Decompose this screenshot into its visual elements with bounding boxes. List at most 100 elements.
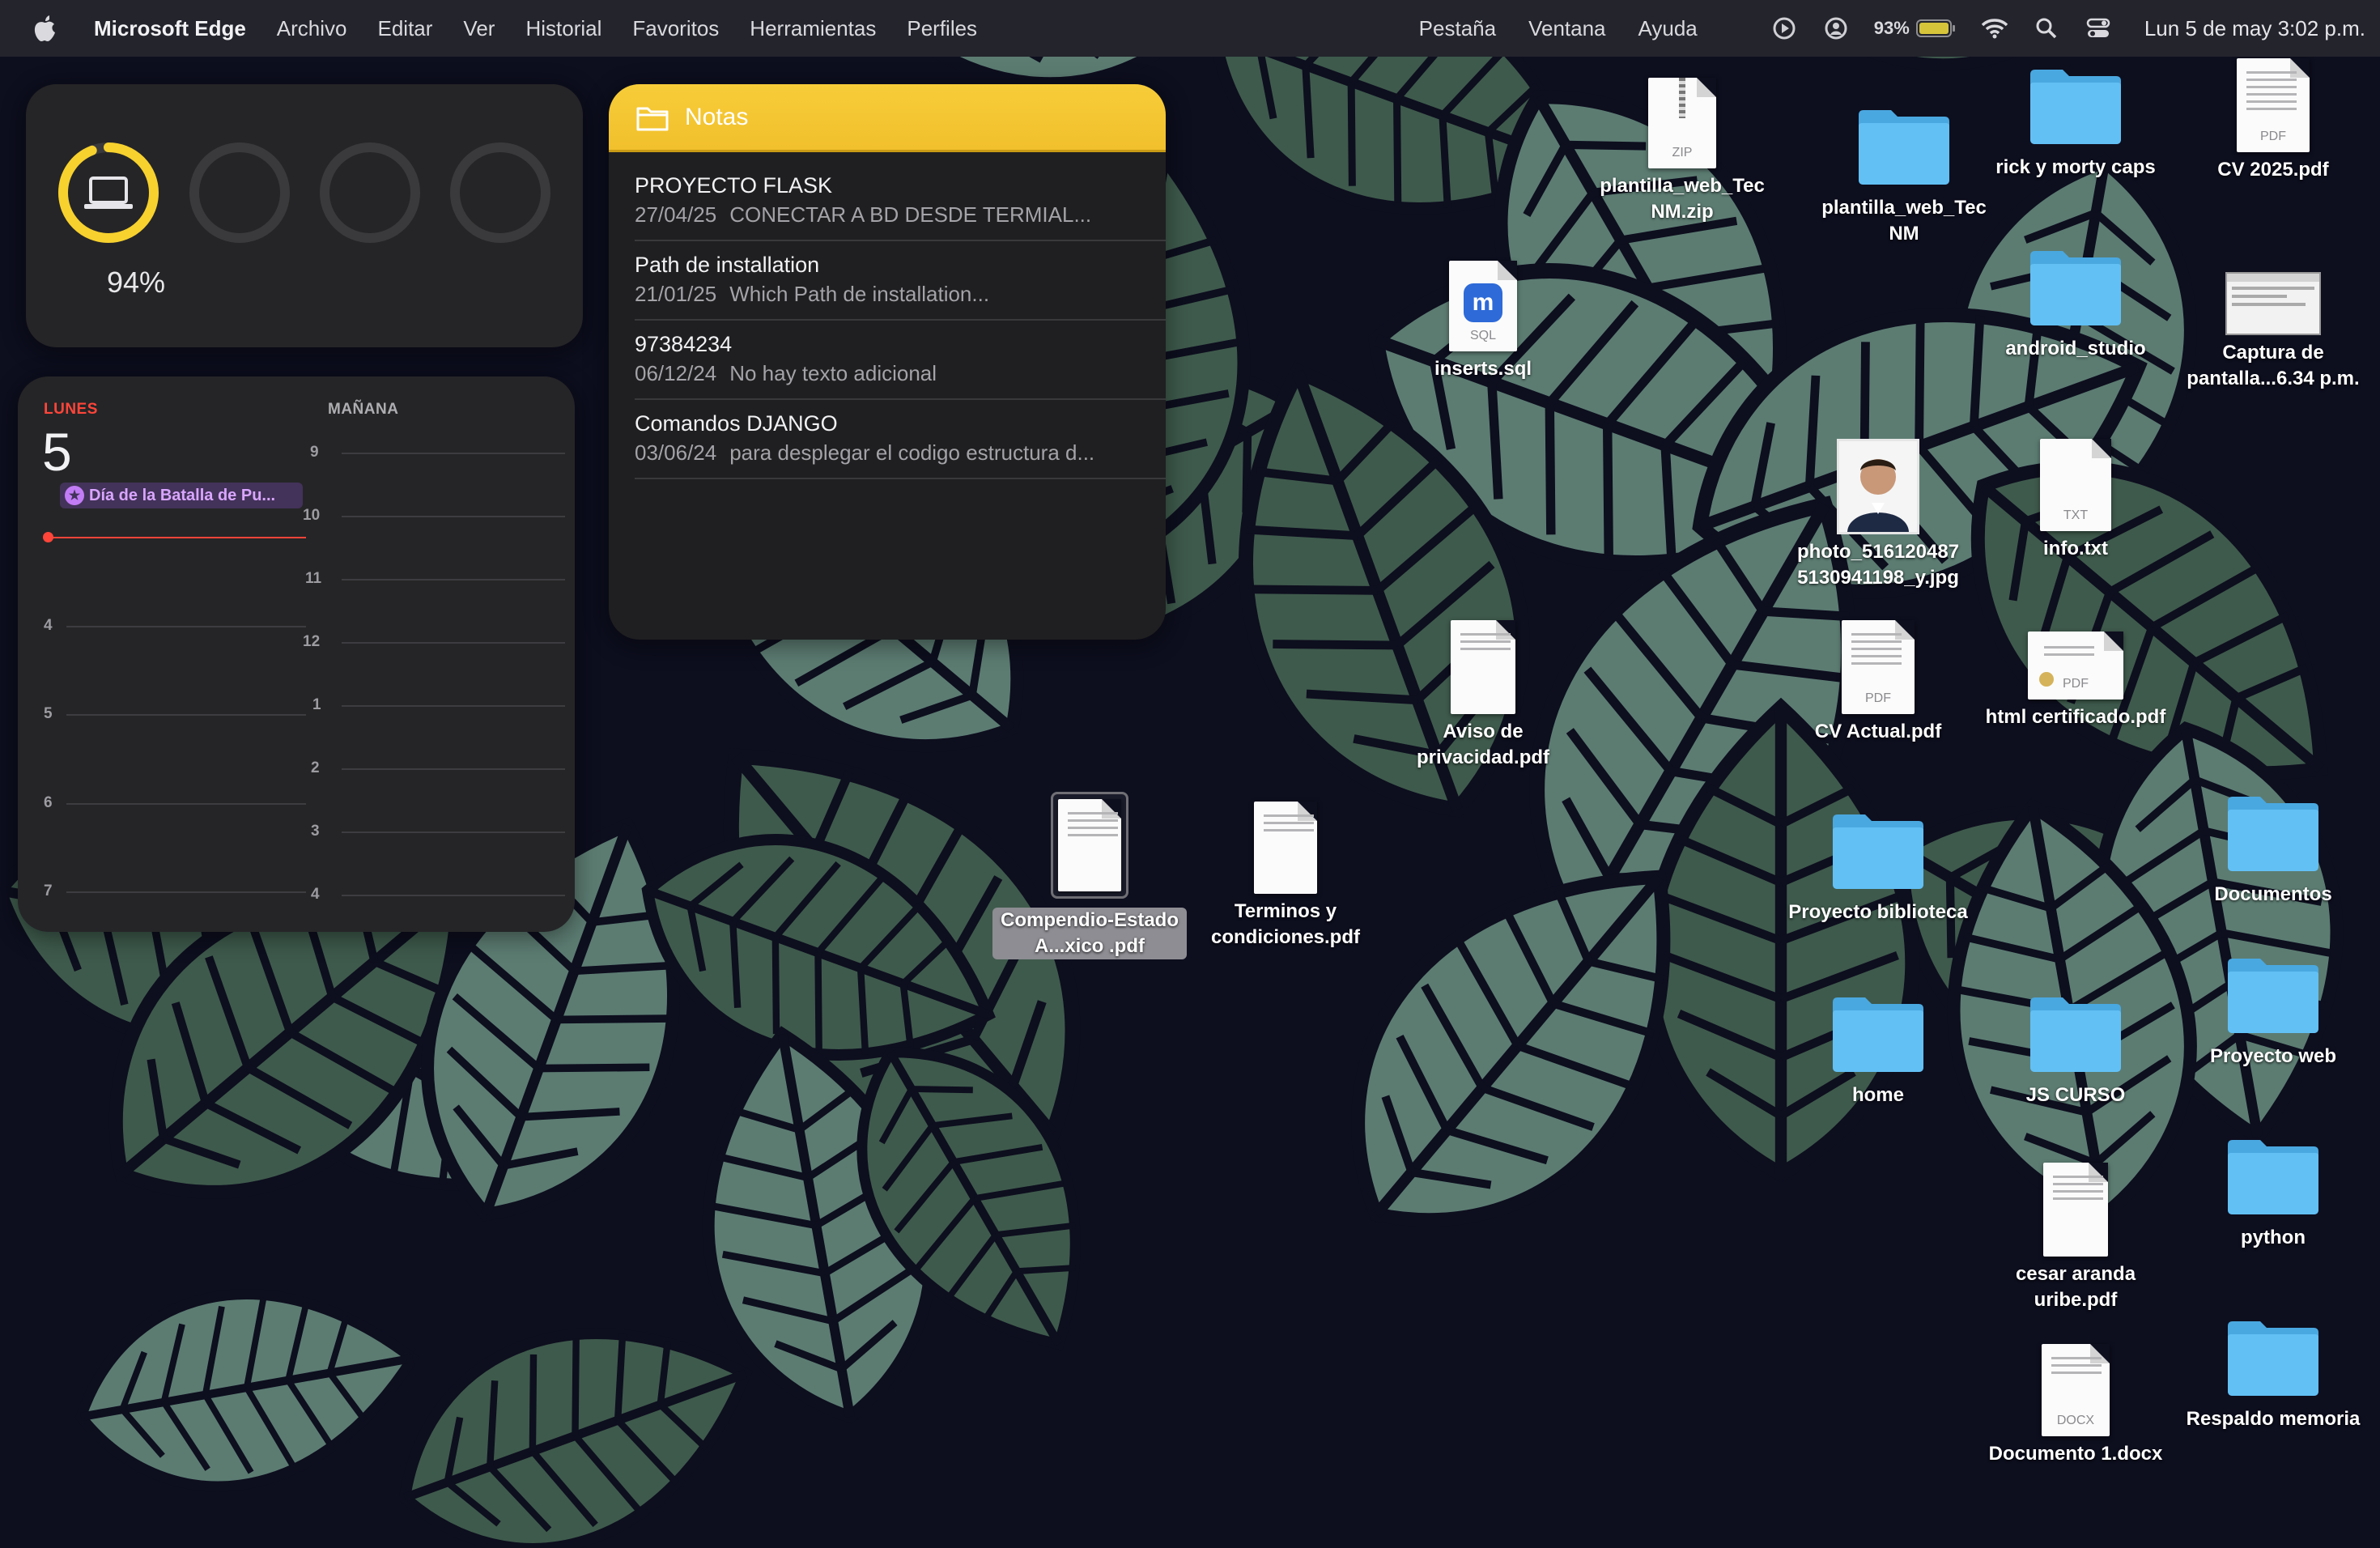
folder-icon <box>1859 110 1949 185</box>
calendar-event[interactable]: ★ Día de la Batalla de Pu... <box>60 483 303 508</box>
desktop-item-photo[interactable]: photo_516120487 5130941198_y.jpg <box>1781 439 1975 591</box>
battery-ring-empty <box>318 141 422 245</box>
folder-icon <box>2228 797 2318 871</box>
search-icon[interactable] <box>2033 15 2060 42</box>
hour-line <box>342 516 565 517</box>
note-item[interactable]: PROYECTO FLASK 27/04/25 CONECTAR A BD DES… <box>635 164 1166 241</box>
hour-line <box>342 895 565 896</box>
desktop-item-folder[interactable]: rick y morty caps <box>1978 65 2173 181</box>
pdf-icon: PDF <box>2237 58 2310 152</box>
sql-file-icon: m SQL <box>1449 261 1517 351</box>
folder-icon <box>2030 997 2121 1072</box>
note-item[interactable]: Path de installation 21/01/25 Which Path … <box>635 243 1166 321</box>
menu-ver[interactable]: Ver <box>463 16 495 41</box>
control-center-icon[interactable] <box>2085 15 2112 42</box>
note-title: 97384234 <box>635 332 733 356</box>
desktop-item-docx[interactable]: DOCX Documento 1.docx <box>1978 1344 2173 1467</box>
desktop-item-folder[interactable]: Respaldo memoria <box>2176 1316 2370 1432</box>
battery-widget[interactable]: 94% <box>26 84 583 347</box>
pdf-icon <box>1254 802 1317 894</box>
apple-icon[interactable] <box>32 15 57 42</box>
note-preview: 03/06/24 para desplegar el codigo estruct… <box>635 440 1095 465</box>
folder-icon <box>2228 959 2318 1033</box>
desktop-item-screenshot[interactable]: Captura de pantalla...6.34 p.m. <box>2176 272 2370 392</box>
desktop-item-pdf[interactable]: Terminos y condiciones.pdf <box>1188 802 1383 950</box>
menu-archivo[interactable]: Archivo <box>277 16 347 41</box>
menu-ventana[interactable]: Ventana <box>1528 16 1605 41</box>
notes-header[interactable]: Notas <box>609 84 1166 152</box>
hour-label: 4 <box>44 617 53 634</box>
calendar-today-label: LUNES <box>44 401 98 418</box>
hour-line <box>342 768 565 770</box>
desktop-item-pdf[interactable]: cesar aranda uribe.pdf <box>1978 1163 2173 1313</box>
hour-line <box>66 714 306 716</box>
desktop-item-folder[interactable]: home <box>1781 993 1975 1108</box>
calendar-widget[interactable]: LUNES MAÑANA 5 ★ Día de la Batalla de Pu… <box>18 376 575 932</box>
hour-label: 9 <box>310 444 319 461</box>
note-item[interactable]: 97384234 06/12/24 No hay texto adicional <box>635 322 1166 400</box>
hour-line <box>342 579 565 580</box>
screenshot-thumbnail-icon <box>2225 272 2321 335</box>
calendar-day-number: 5 <box>42 422 72 482</box>
menu-bar-clock[interactable]: Lun 5 de may 3:02 p.m. <box>2144 16 2365 41</box>
hour-line <box>342 831 565 833</box>
desktop-item-folder[interactable]: Proyecto biblioteca <box>1781 810 1975 925</box>
battery-percent: 93% <box>1873 18 1910 38</box>
calendar-tomorrow-label: MAÑANA <box>328 401 399 418</box>
note-preview: 27/04/25 CONECTAR A BD DESDE TERMIAL... <box>635 202 1092 227</box>
desktop-item-pdf-selected[interactable]: Compendio-Estado A...xico .pdf <box>992 792 1187 959</box>
folder-icon <box>2228 1140 2318 1214</box>
desktop-item-folder[interactable]: android_studio <box>1978 246 2173 362</box>
battery-ring-empty <box>188 141 291 245</box>
notes-widget[interactable]: Notas PROYECTO FLASK 27/04/25 CONECTAR A … <box>609 84 1166 640</box>
menu-historial[interactable]: Historial <box>525 16 601 41</box>
desktop-item-pdf[interactable]: PDF html certificado.pdf <box>1978 632 2173 730</box>
docx-icon: DOCX <box>2042 1344 2110 1436</box>
folder-icon <box>2228 1321 2318 1396</box>
pdf-icon <box>1451 620 1515 714</box>
hour-label: 3 <box>311 823 320 840</box>
menu-ayuda[interactable]: Ayuda <box>1638 16 1698 41</box>
hour-label: 12 <box>303 633 321 650</box>
wifi-icon[interactable] <box>1981 15 2008 42</box>
hour-label: 6 <box>44 794 53 811</box>
hour-label: 7 <box>44 882 53 899</box>
zip-icon: ZIP <box>1648 78 1716 168</box>
menu-pestana[interactable]: Pestaña <box>1419 16 1496 41</box>
pdf-icon <box>2043 1163 2108 1257</box>
battery-ring-laptop <box>57 141 160 245</box>
hour-label: 2 <box>311 759 320 776</box>
menu-perfiles[interactable]: Perfiles <box>907 16 977 41</box>
pdf-icon <box>1058 799 1121 891</box>
desktop-item-zip[interactable]: ZIP plantilla_web_Tec NM.zip <box>1585 78 1779 225</box>
folder-icon <box>636 107 669 130</box>
pdf-icon: PDF <box>1842 620 1915 714</box>
desktop-item-pdf[interactable]: PDF CV Actual.pdf <box>1781 620 1975 745</box>
menu-herramientas[interactable]: Herramientas <box>750 16 876 41</box>
menu-favoritos[interactable]: Favoritos <box>632 16 719 41</box>
play-icon[interactable] <box>1770 15 1798 42</box>
battery-icon[interactable] <box>1915 15 1957 42</box>
battery-ring-empty <box>448 141 552 245</box>
menu-editar[interactable]: Editar <box>378 16 433 41</box>
desktop-item-folder[interactable]: JS CURSO <box>1978 993 2173 1108</box>
desktop-item-pdf[interactable]: PDF CV 2025.pdf <box>2176 58 2370 183</box>
hour-label: 1 <box>312 696 321 713</box>
laptop-icon <box>84 176 133 209</box>
desktop-item-txt[interactable]: TXT info.txt <box>1978 439 2173 562</box>
desktop-item-folder[interactable]: Proyecto web <box>2176 954 2370 1070</box>
folder-icon <box>1833 997 1923 1072</box>
desktop-item-sql[interactable]: m SQL inserts.sql <box>1386 261 1580 382</box>
desktop-item-folder[interactable]: Documentos <box>2176 792 2370 908</box>
user-icon[interactable] <box>1822 15 1850 42</box>
current-time-dot <box>43 532 53 542</box>
app-name-menu[interactable]: Microsoft Edge <box>94 16 246 41</box>
note-item[interactable]: Comandos DJANGO 03/06/24 para desplegar e… <box>635 402 1166 479</box>
hour-line <box>342 705 565 707</box>
desktop-item-folder[interactable]: plantilla_web_Tec NM <box>1807 105 2001 247</box>
folder-icon <box>2030 251 2121 325</box>
desktop-item-pdf[interactable]: Aviso de privacidad.pdf <box>1386 620 1580 771</box>
desktop-item-folder[interactable]: python <box>2176 1135 2370 1251</box>
hour-line <box>66 891 306 893</box>
menu-bar: Microsoft Edge Archivo Editar Ver Histor… <box>0 0 2380 57</box>
